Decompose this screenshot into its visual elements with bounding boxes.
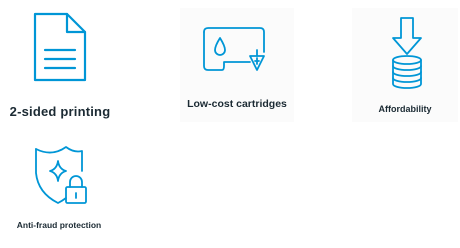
feature-card-cartridges: Low-cost cartridges bbox=[180, 8, 294, 122]
feature-label: Affordability bbox=[378, 104, 432, 114]
shield-lock-icon bbox=[32, 145, 92, 207]
feature-card-anti-fraud: Anti-fraud protection bbox=[2, 136, 116, 246]
document-icon bbox=[33, 12, 87, 82]
feature-card-duplex: 2-sided printing bbox=[0, 0, 120, 126]
feature-label: Low-cost cartridges bbox=[187, 98, 287, 110]
ink-cartridge-icon bbox=[202, 26, 272, 76]
feature-label: 2-sided printing bbox=[9, 104, 111, 119]
feature-label: Anti-fraud protection bbox=[16, 220, 102, 230]
feature-card-affordability: Affordability bbox=[352, 8, 458, 122]
coins-down-arrow-icon bbox=[387, 16, 427, 100]
